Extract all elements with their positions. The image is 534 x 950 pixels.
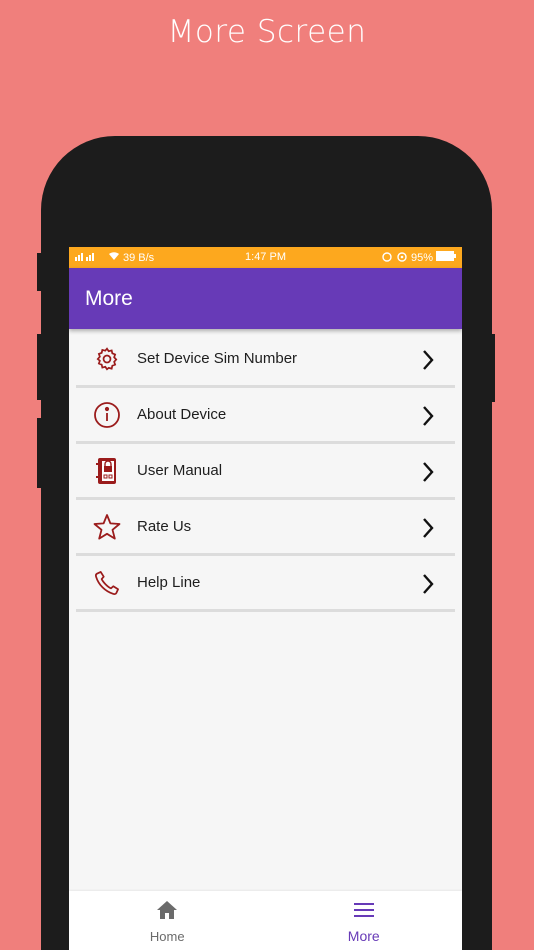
menu-item-about-device[interactable]: About Device xyxy=(76,388,455,444)
menu-item-rate-us[interactable]: Rate Us xyxy=(76,500,455,556)
menu-item-label: Set Device Sim Number xyxy=(137,350,298,367)
info-icon xyxy=(91,399,123,431)
nav-label-home: Home xyxy=(149,929,185,944)
menu-item-label: About Device xyxy=(137,406,227,423)
manual-book-icon xyxy=(91,455,123,487)
menu-item-label: Help Line xyxy=(137,574,201,591)
menu-lines-icon xyxy=(352,900,376,925)
promo-title: More Screen xyxy=(167,14,367,50)
menu-item-help-line[interactable]: Help Line xyxy=(76,556,455,612)
app-bar: More xyxy=(69,268,462,329)
phone-icon xyxy=(91,567,123,599)
page-title: More xyxy=(85,286,133,310)
menu-item-user-manual[interactable]: User Manual xyxy=(76,444,455,500)
nav-item-more[interactable]: More xyxy=(266,891,463,950)
bottom-navigation: Home More xyxy=(69,891,462,950)
status-bar: 39 B/s 1:47 PM 95% xyxy=(69,247,462,268)
menu-item-set-device-sim-number[interactable]: Set Device Sim Number xyxy=(76,332,455,388)
phone-screen: 39 B/s 1:47 PM 95% More Set Device Sim N… xyxy=(69,247,462,950)
chevron-right-icon xyxy=(421,349,435,376)
menu-item-label: User Manual xyxy=(137,462,223,479)
home-icon xyxy=(155,899,179,926)
nav-item-home[interactable]: Home xyxy=(69,891,266,950)
status-time: 1:47 PM xyxy=(245,251,286,263)
menu-item-label: Rate Us xyxy=(137,518,192,535)
chevron-right-icon xyxy=(421,405,435,432)
menu-list: Set Device Sim Number About Device User … xyxy=(69,332,462,612)
chevron-right-icon xyxy=(421,517,435,544)
star-icon xyxy=(91,511,123,543)
chevron-right-icon xyxy=(421,461,435,488)
nav-label-more: More xyxy=(347,927,380,944)
gear-icon xyxy=(91,343,123,375)
chevron-right-icon xyxy=(421,573,435,600)
